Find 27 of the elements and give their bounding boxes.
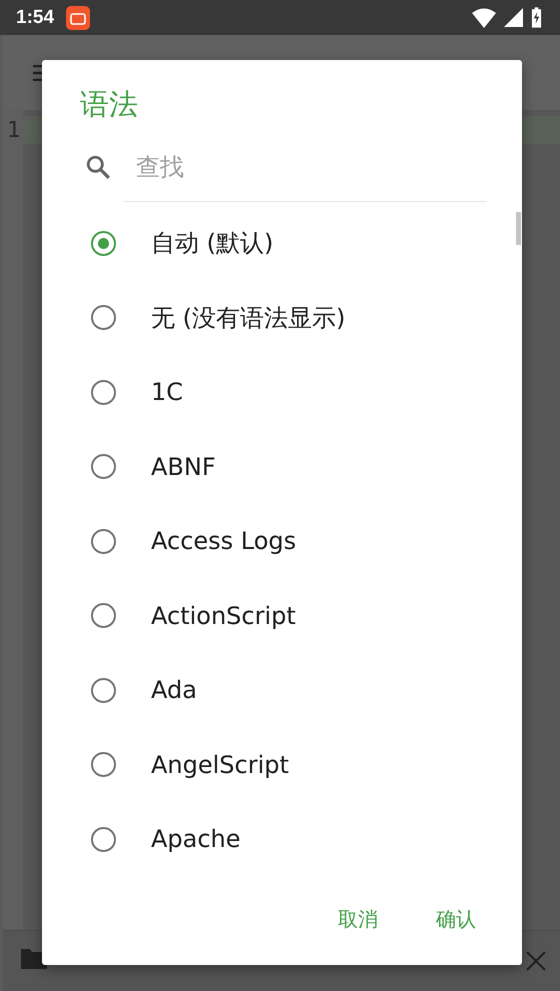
- option-label[interactable]: ActionScript: [151, 602, 296, 630]
- option-label[interactable]: ABNF: [151, 452, 216, 481]
- option-label[interactable]: 1C: [151, 378, 184, 406]
- option-label[interactable]: AngelScript: [151, 750, 289, 779]
- option-label[interactable]: 无 (没有语法显示): [151, 302, 346, 334]
- radio-button[interactable]: [91, 528, 116, 554]
- tv-app-icon: [66, 6, 90, 30]
- signal-icon: [504, 8, 523, 27]
- option-label[interactable]: Apache: [151, 825, 241, 854]
- radio-button[interactable]: [91, 752, 116, 778]
- dialog-title: 语法: [80, 86, 138, 122]
- radio-button[interactable]: [91, 678, 116, 703]
- battery-icon: [531, 7, 542, 28]
- radio-button[interactable]: [91, 603, 116, 628]
- scrollbar[interactable]: [516, 212, 521, 245]
- radio-button[interactable]: [91, 826, 116, 852]
- radio-button[interactable]: [91, 305, 116, 330]
- radio-button[interactable]: [91, 454, 116, 480]
- option-label[interactable]: Ada: [151, 676, 197, 704]
- radio-button[interactable]: [91, 380, 116, 405]
- option-label[interactable]: 自动 (默认): [151, 227, 274, 260]
- option-label[interactable]: Access Logs: [151, 527, 296, 556]
- wifi-icon: [472, 8, 496, 28]
- close-icon[interactable]: [526, 951, 546, 971]
- search-icon: [85, 154, 111, 180]
- radio-button[interactable]: [91, 230, 116, 256]
- status-time: 1:54: [16, 6, 54, 28]
